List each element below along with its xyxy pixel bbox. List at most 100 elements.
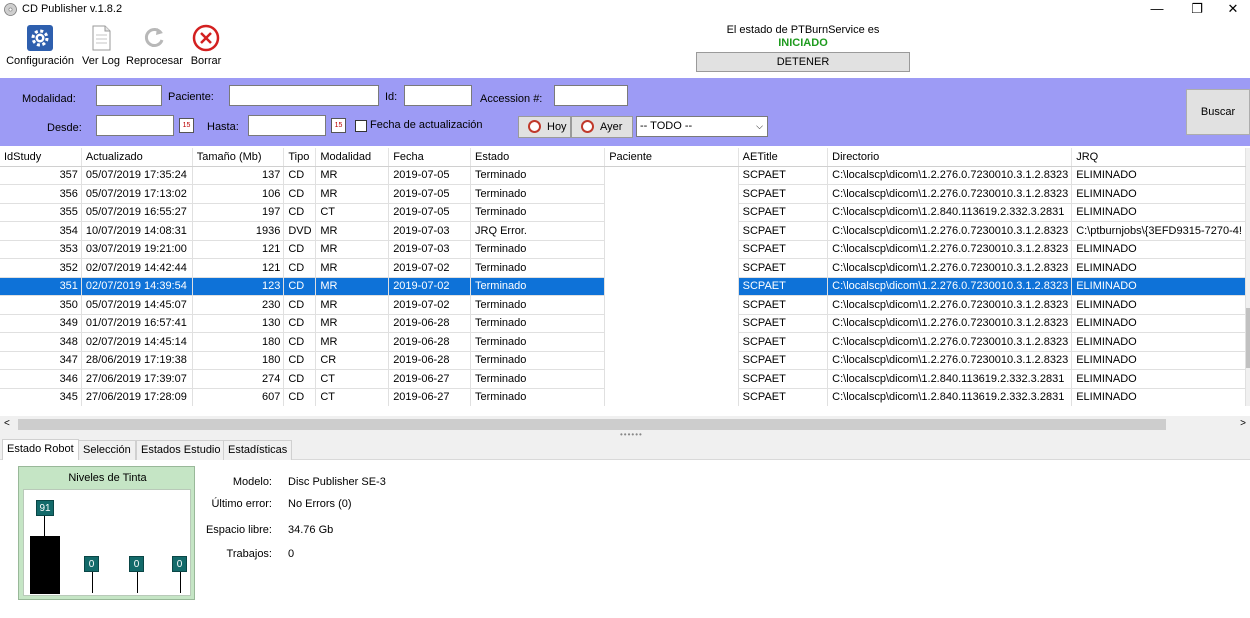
column-header[interactable]: IdStudy (0, 148, 82, 167)
delete-button[interactable]: Borrar (188, 24, 224, 67)
table-row[interactable]: 353 03/07/2019 19:21:00 121 CD MR 2019-07-03 T… (0, 240, 1246, 259)
tab-robot-status[interactable]: Estado Robot (2, 439, 79, 460)
table-cell: SCPAET (738, 166, 829, 185)
table-cell: MR (315, 184, 390, 204)
table-cell: ELIMINADO (1071, 184, 1246, 204)
table-cell: 27/06/2019 17:28:09 (81, 388, 193, 406)
table-cell: Terminado (470, 277, 606, 296)
yesterday-button[interactable]: Ayer (571, 116, 633, 138)
table-row[interactable]: 351 02/07/2019 14:39:54 123 CD MR 2019-07-02 T… (0, 277, 1246, 296)
table-row[interactable]: 345 27/06/2019 17:28:09 607 CD CT 2019-06-27 T… (0, 388, 1246, 406)
table-row[interactable]: 350 05/07/2019 14:45:07 230 CD MR 2019-07-02 T… (0, 295, 1246, 315)
table-cell: SCPAET (738, 221, 829, 241)
reprocess-button[interactable]: Reprocesar (126, 24, 183, 67)
disc-icon (4, 3, 17, 16)
accession-input[interactable] (554, 85, 628, 106)
table-row[interactable]: 347 28/06/2019 17:19:38 180 CD CR 2019-06-28 T… (0, 351, 1246, 370)
table-cell: 345 (0, 388, 82, 406)
table-cell (604, 221, 739, 240)
column-header[interactable]: Fecha (388, 148, 472, 167)
table-cell: ELIMINADO (1071, 314, 1246, 333)
column-header[interactable]: Tipo (283, 148, 317, 167)
scope-select[interactable]: -- TODO -- ⌵ (636, 116, 768, 137)
table-row[interactable]: 355 05/07/2019 16:55:27 197 CD CT 2019-07-05 T… (0, 203, 1246, 222)
tab-study-states[interactable]: Estados Estudio (136, 440, 226, 460)
stop-service-button[interactable]: DETENER (696, 52, 910, 72)
table-cell: Terminado (470, 240, 606, 259)
patient-label: Paciente: (168, 91, 214, 103)
column-header[interactable]: Directorio (827, 148, 1073, 167)
scroll-right-arrow-icon[interactable]: > (1240, 416, 1246, 432)
close-window-button[interactable]: ✕ (1210, 0, 1250, 20)
table-cell: Terminado (470, 351, 606, 370)
scroll-thumb[interactable] (18, 419, 1166, 430)
config-button[interactable]: Configuración (4, 24, 76, 67)
table-cell: 2019-07-02 (388, 258, 472, 278)
tab-selection[interactable]: Selección (78, 440, 136, 460)
splitter[interactable]: •••••• (0, 430, 1250, 439)
table-cell: CD (283, 332, 317, 352)
to-date-input[interactable] (248, 115, 326, 136)
table-cell: MR (315, 314, 390, 333)
column-header[interactable]: Tamaño (Mb) (192, 148, 285, 167)
table-cell: 2019-06-28 (388, 332, 472, 352)
table-cell: 607 (192, 388, 285, 406)
column-header[interactable]: Paciente (604, 148, 739, 167)
table-cell: ELIMINADO (1071, 369, 1246, 389)
table-cell: 123 (192, 277, 285, 296)
table-row[interactable]: 356 05/07/2019 17:13:02 106 CD MR 2019-07-05 T… (0, 184, 1246, 204)
vertical-scrollbar[interactable] (1246, 148, 1250, 406)
calendar-icon[interactable]: 15 (331, 118, 346, 133)
table-cell: 121 (192, 258, 285, 278)
table-cell: 2019-06-27 (388, 388, 472, 406)
column-header[interactable]: Actualizado (81, 148, 193, 167)
search-button[interactable]: Buscar (1186, 89, 1250, 135)
table-cell (604, 295, 739, 314)
table-cell: C:\localscp\dicom\1.2.840.113619.2.332.3… (827, 388, 1073, 406)
id-input[interactable] (404, 85, 472, 106)
table-cell: MR (315, 258, 390, 278)
ink-level-value: 0 (84, 556, 99, 572)
table-cell: CD (283, 388, 317, 406)
table-row[interactable]: 354 10/07/2019 14:08:31 1936 DVD MR 2019-07-0… (0, 221, 1246, 241)
tab-statistics[interactable]: Estadísticas (223, 440, 293, 460)
table-cell: C:\localscp\dicom\1.2.276.0.7230010.3.1.… (827, 240, 1073, 259)
today-button[interactable]: Hoy (518, 116, 571, 138)
table-cell: 2019-07-02 (388, 295, 472, 315)
table-cell: 2019-06-28 (388, 351, 472, 370)
calendar-icon[interactable]: 15 (179, 118, 194, 133)
table-row[interactable]: 352 02/07/2019 14:42:44 121 CD MR 2019-07-02 T… (0, 258, 1246, 278)
table-cell: Terminado (470, 332, 606, 352)
table-cell: C:\localscp\dicom\1.2.276.0.7230010.3.1.… (827, 295, 1073, 315)
table-cell: 05/07/2019 17:13:02 (81, 184, 193, 204)
table-cell: 2019-07-05 (388, 184, 472, 204)
table-row[interactable]: 349 01/07/2019 16:57:41 130 CD MR 2019-06-28 T… (0, 314, 1246, 333)
table-cell: SCPAET (738, 314, 829, 333)
table-cell: 02/07/2019 14:45:14 (81, 332, 193, 352)
scroll-thumb[interactable] (1246, 308, 1250, 368)
table-cell: MR (315, 332, 390, 352)
column-header[interactable]: AETitle (738, 148, 829, 167)
table-cell: ELIMINADO (1071, 332, 1246, 352)
column-header[interactable]: JRQ (1071, 148, 1246, 167)
patient-input[interactable] (229, 85, 379, 106)
splitter-grip: •••••• (620, 430, 643, 439)
table-row[interactable]: 346 27/06/2019 17:39:07 274 CD CT 2019-06-27 T… (0, 369, 1246, 389)
view-log-button[interactable]: Ver Log (80, 24, 122, 67)
table-cell: MR (315, 240, 390, 259)
table-cell: 350 (0, 295, 82, 315)
table-cell: ELIMINADO (1071, 388, 1246, 406)
scroll-left-arrow-icon[interactable]: < (4, 416, 10, 432)
table-cell (604, 332, 739, 351)
update-date-checkbox[interactable] (355, 120, 367, 132)
column-header[interactable]: Estado (470, 148, 606, 167)
jobs-value: 0 (288, 548, 295, 560)
id-label: Id: (385, 91, 398, 103)
table-row[interactable]: 357 05/07/2019 17:35:24 137 CD MR 2019-07-05 T… (0, 166, 1246, 185)
column-header[interactable]: Modalidad (315, 148, 390, 167)
modality-input[interactable] (96, 85, 162, 106)
from-date-input[interactable] (96, 115, 174, 136)
table-row[interactable]: 348 02/07/2019 14:45:14 180 CD MR 2019-06-28 T… (0, 332, 1246, 352)
table-cell: 2019-07-03 (388, 240, 472, 259)
service-status-text: El estado de PTBurnService es (726, 24, 880, 36)
